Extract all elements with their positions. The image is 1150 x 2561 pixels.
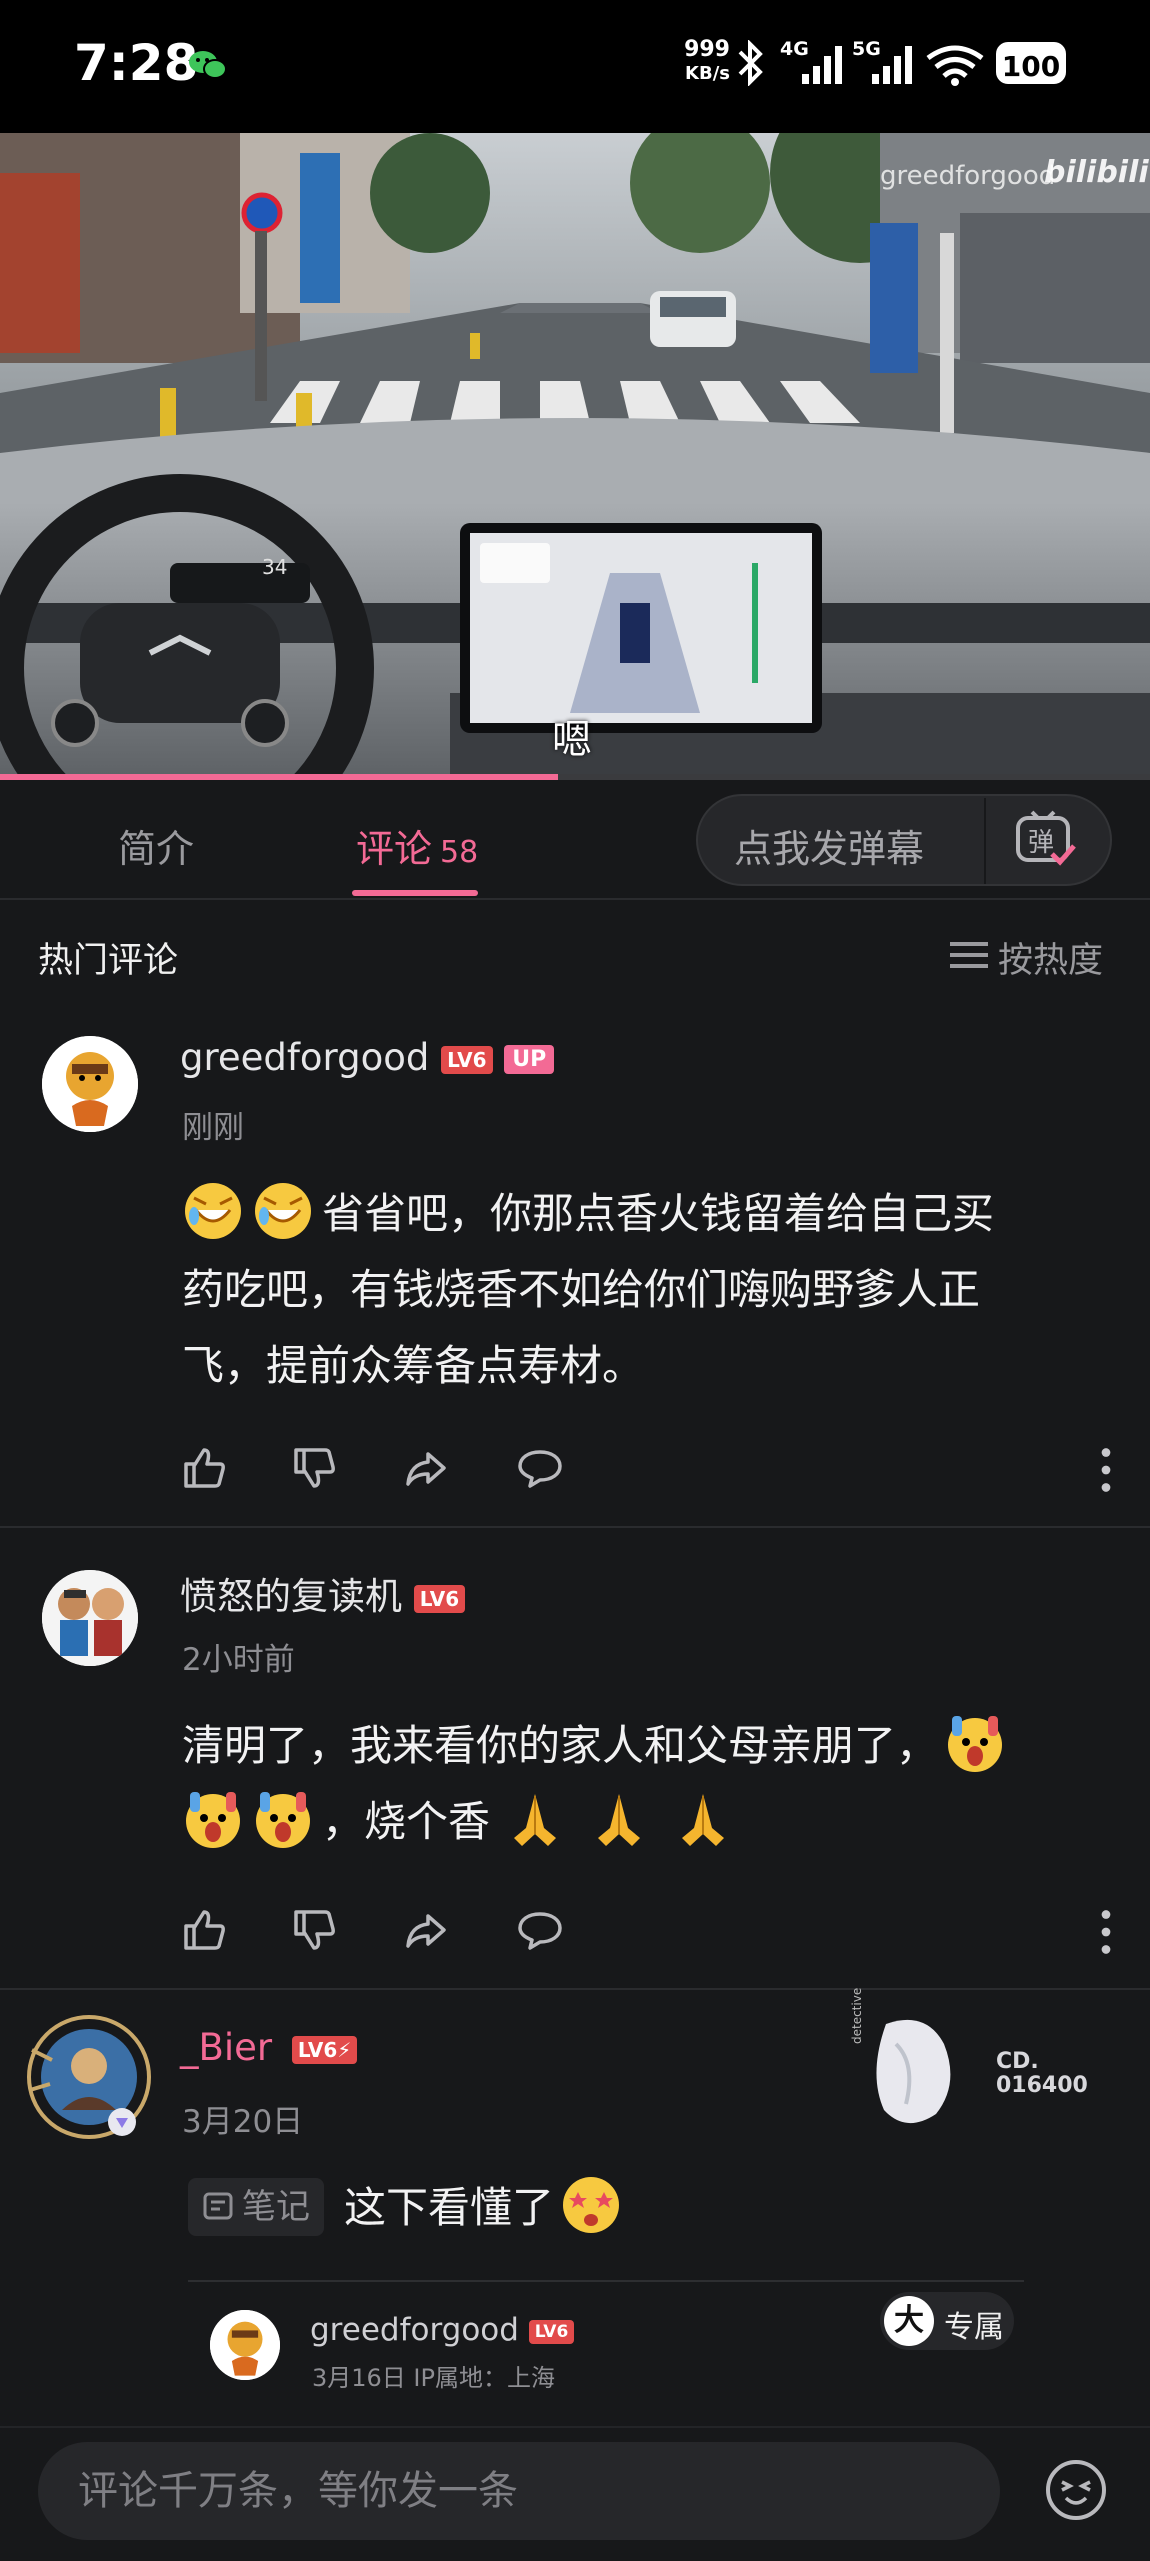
danmu-input-label: 点我发弹幕 (734, 827, 925, 871)
battery-indicator: 100 (996, 42, 1066, 84)
shocked-emoji-icon (948, 1716, 1003, 1772)
up-badge: UP (504, 1045, 555, 1074)
comment-text: 清明了，我来看你的家人和父母亲朋了， ，烧个香 (182, 1708, 1122, 1860)
comment-time: 刚刚 (182, 1110, 244, 1146)
video-subtitle: 嗯 (552, 717, 592, 763)
comment-input[interactable] (38, 2442, 1000, 2540)
status-time: 7:28 (74, 34, 199, 92)
avatar-with-frame[interactable] (22, 2010, 156, 2144)
fan-card-number: CD. 016400 (996, 2050, 1088, 2098)
shocked-emoji-icon (186, 1792, 240, 1848)
comment-text-line: 药吃吧，有钱烧香不如给你们嗨购野爹人正 (182, 1265, 981, 1314)
reply-username[interactable]: greedforgood LV6 (310, 2312, 575, 2348)
net-speed-value: 999 (684, 37, 730, 62)
hot-comments-title: 热门评论 (38, 941, 179, 981)
reply-avatar[interactable] (210, 2310, 280, 2380)
comment-text-line: 这下看懂了 (344, 2183, 555, 2232)
comment-username[interactable]: 愤怒的复读机 LV6 (180, 1566, 466, 1620)
comment-text: 省省吧，你那点香火钱留着给自己买 药吃吧，有钱烧香不如给你们嗨购野爹人正 飞，提… (182, 1176, 1122, 1404)
tab-comments[interactable]: 评论 58 (356, 818, 478, 873)
fan-card-code: CD. (996, 2049, 1039, 2074)
video-watermark: greedforgood (880, 161, 1056, 191)
cell-signal-icon (802, 46, 842, 84)
laughing-cry-emoji-icon (255, 1183, 311, 1239)
exclusive-badge-label: 专属 (944, 2310, 1004, 2345)
shocked-emoji-icon (256, 1792, 310, 1848)
fan-card-number-value: 016400 (996, 2073, 1088, 2098)
like-icon[interactable] (180, 1444, 228, 1492)
reply-icon[interactable] (516, 1906, 564, 1954)
tab-comments-label: 评论 (356, 827, 433, 871)
bluetooth-icon (738, 40, 763, 86)
danmu-separator (984, 798, 986, 884)
exclusive-badge: 大 专属 (880, 2292, 1014, 2350)
avatar-image (210, 2310, 280, 2380)
note-tag[interactable]: 笔记 (188, 2178, 324, 2236)
more-options-icon[interactable] (1082, 1908, 1130, 1956)
comment-divider (0, 1526, 1150, 1528)
note-label: 笔记 (242, 2187, 310, 2227)
more-options-icon[interactable] (1082, 1446, 1130, 1494)
share-icon[interactable] (402, 1906, 450, 1954)
pray-emoji-icon (682, 1794, 725, 1846)
dislike-icon[interactable] (290, 1444, 338, 1492)
like-icon[interactable] (180, 1906, 228, 1954)
cell-signal-icon-2 (872, 46, 912, 84)
tab-active-indicator (352, 890, 478, 896)
laughing-cry-emoji-icon (185, 1183, 241, 1239)
share-icon[interactable] (402, 1444, 450, 1492)
avatar[interactable] (42, 1036, 138, 1132)
danmu-icon-char: 弹 (1028, 828, 1055, 858)
pray-emoji-icon (514, 1794, 557, 1846)
tab-intro[interactable]: 简介 (118, 818, 194, 873)
comment-username[interactable]: greedforgood LV6 UP (180, 1036, 555, 1079)
wifi-icon (926, 45, 984, 86)
pray-emoji-icon (598, 1794, 641, 1846)
username-text: greedforgood (310, 2312, 519, 2348)
reply-icon[interactable] (516, 1444, 564, 1492)
comment-text: 这下看懂了 (344, 2170, 630, 2246)
comment-text-line: 省省吧，你那点香火钱留着给自己买 (322, 1189, 995, 1238)
comment-username[interactable]: _Bier LV6⚡ (180, 2026, 358, 2069)
avatar-frame-image (27, 2015, 151, 2139)
level-badge: LV6 (413, 1584, 466, 1613)
username-text: _Bier (180, 2026, 273, 2069)
level-badge: LV6⚡ (291, 2035, 358, 2064)
level-badge: LV6 (441, 1045, 493, 1074)
danmu-toggle-icon[interactable]: 弹 (1014, 808, 1076, 870)
fan-card-decoration: detective (850, 1988, 966, 2134)
exclusive-badge-icon: 大 (884, 2296, 934, 2346)
avatar-image (42, 1570, 138, 1666)
username-text: 愤怒的复读机 (180, 1575, 402, 1618)
bilibili-logo: bilibili (1044, 155, 1149, 190)
fan-card-text: detective (850, 1987, 864, 2044)
avatar[interactable] (42, 1570, 138, 1666)
username-text: greedforgood (180, 1036, 430, 1079)
fan-card-image (876, 2019, 951, 2124)
comment-count: 58 (440, 835, 479, 870)
net-speed-unit: KB/s (685, 63, 730, 84)
starry-eyed-emoji-icon (563, 2177, 620, 2233)
reply-meta: 3月16日 IP属地：上海 (312, 2364, 555, 2392)
reply-divider (188, 2280, 1024, 2282)
comment-text-line: 飞，提前众筹备点寿材。 (182, 1341, 645, 1390)
comment-text-line: ，烧个香 (322, 1797, 491, 1846)
video-frame (0, 133, 1150, 778)
comment-text-line: 清明了，我来看你的家人和父母亲朋了， (182, 1721, 939, 1770)
note-icon (203, 2192, 233, 2220)
dash-speed: 34 (262, 555, 288, 579)
net-speed: 999 KB/s (668, 38, 730, 86)
sort-lines-icon[interactable] (950, 940, 988, 970)
comment-divider (0, 1988, 1150, 1990)
emoji-picker-icon[interactable] (1044, 2458, 1108, 2522)
level-badge: LV6 (528, 2319, 575, 2344)
avatar-image (42, 1036, 138, 1132)
dislike-icon[interactable] (290, 1906, 338, 1954)
comment-time: 3月20日 (182, 2104, 304, 2140)
comment-time: 2小时前 (182, 1642, 295, 1678)
wechat-icon (189, 51, 227, 79)
video-player[interactable]: greedforgood bilibili 34 嗯 (0, 133, 1150, 778)
sort-by-hot-button[interactable]: 按热度 (998, 932, 1103, 983)
